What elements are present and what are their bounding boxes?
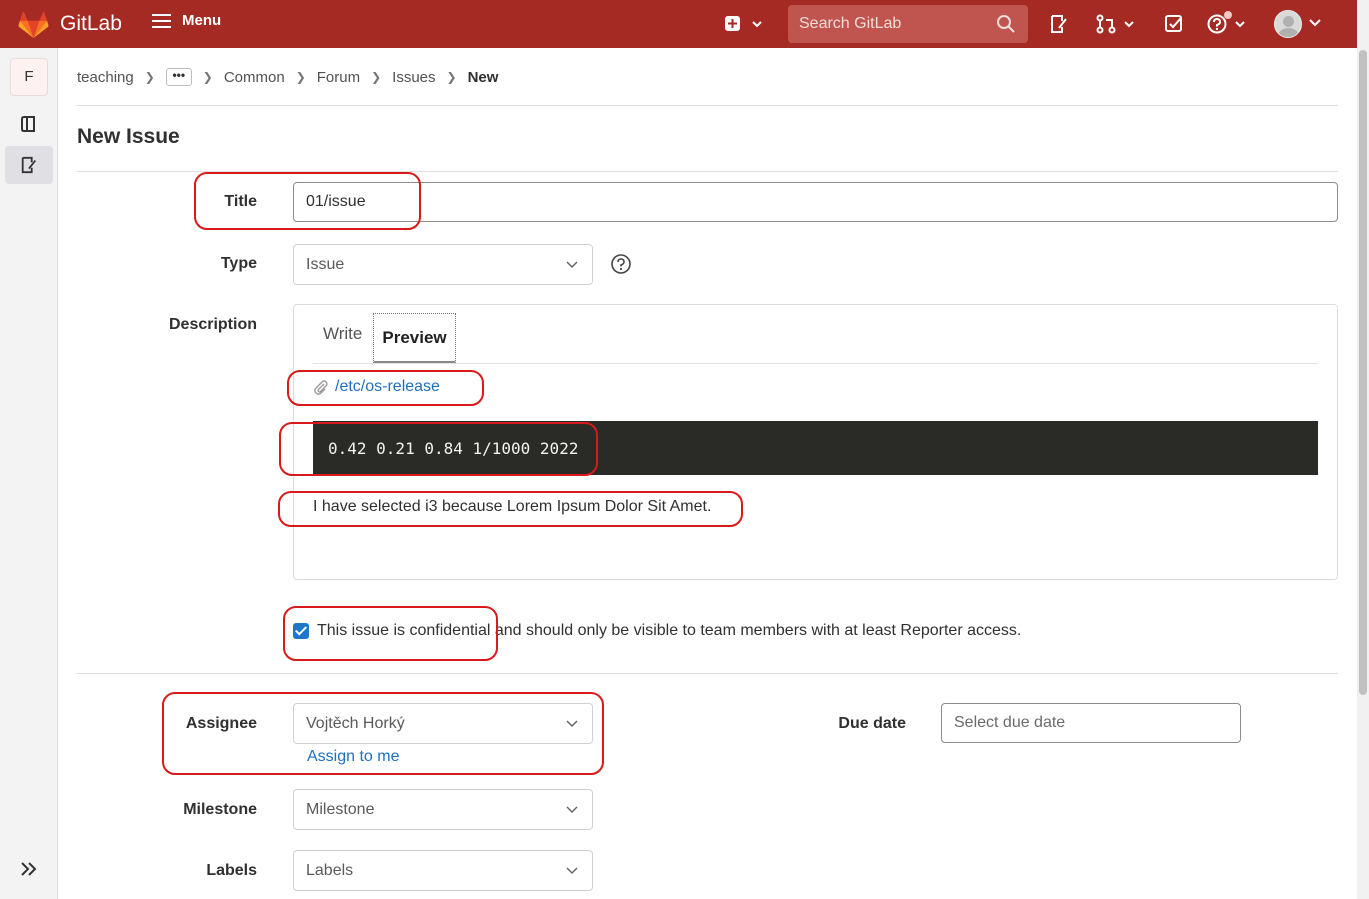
title-input-value: 01/issue — [306, 193, 366, 210]
new-dropdown-button[interactable] — [724, 15, 766, 33]
tab-preview[interactable]: Preview — [373, 313, 456, 363]
type-label: Type — [220, 255, 257, 272]
search-input[interactable]: Search GitLab — [788, 5, 1028, 43]
attachment-link[interactable]: /etc/os-release — [313, 378, 440, 396]
help-dropdown-button[interactable] — [1206, 11, 1248, 35]
preview-paragraph: I have selected i3 because Lorem Ipsum D… — [313, 498, 712, 515]
brand-name[interactable]: GitLab — [60, 12, 122, 36]
tabs-divider — [313, 363, 1318, 364]
assignee-select[interactable]: Vojtěch Horký — [293, 703, 593, 744]
chevron-right-icon: ❯ — [144, 70, 155, 84]
type-select[interactable]: Issue — [293, 244, 593, 285]
hamburger-icon — [152, 13, 171, 28]
code-block: 0.42 0.21 0.84 1/1000 2022 — [313, 421, 1318, 475]
top-navbar: GitLab Menu Search GitLab — [0, 0, 1369, 48]
labels-label: Labels — [206, 862, 257, 879]
title-input[interactable]: 01/issue — [293, 182, 1338, 222]
breadcrumb: teaching ❯ ••• ❯ Common ❯ Forum ❯ Issues… — [77, 66, 498, 88]
breadcrumb-item-issues[interactable]: Issues — [392, 69, 435, 86]
chevron-right-icon: ❯ — [202, 70, 213, 84]
project-sidebar: F — [0, 48, 58, 899]
divider — [77, 171, 1338, 172]
todos-nav-button[interactable] — [1164, 14, 1184, 34]
collapse-sidebar-button[interactable] — [5, 850, 53, 888]
book-icon — [21, 116, 35, 132]
confidential-checkbox[interactable] — [293, 623, 309, 639]
sidebar-item-issues[interactable] — [5, 146, 53, 184]
due-date-input[interactable]: Select due date — [941, 703, 1241, 743]
issues-nav-button[interactable] — [1049, 14, 1069, 34]
breadcrumb-item-forum[interactable]: Forum — [317, 69, 360, 86]
labels-select[interactable]: Labels — [293, 850, 593, 891]
attachment-link-text: /etc/os-release — [335, 378, 440, 395]
search-placeholder: Search GitLab — [799, 15, 902, 32]
search-icon — [997, 15, 1015, 33]
breadcrumb-item-teaching[interactable]: teaching — [77, 69, 134, 86]
paperclip-icon — [314, 380, 328, 395]
assign-to-me-link[interactable]: Assign to me — [307, 748, 399, 766]
confidential-label: This issue is confidential and should on… — [317, 622, 1022, 639]
assignee-select-value: Vojtěch Horký — [306, 714, 405, 732]
gitlab-logo[interactable] — [18, 10, 49, 39]
breadcrumb-more-button[interactable]: ••• — [165, 68, 192, 86]
scrollbar-thumb[interactable] — [1359, 50, 1367, 695]
page-title: New Issue — [77, 125, 180, 148]
milestone-select[interactable]: Milestone — [293, 789, 593, 830]
type-select-value: Issue — [306, 255, 345, 273]
chevron-down-icon — [566, 806, 578, 814]
confidential-checkbox-row[interactable]: This issue is confidential and should on… — [293, 622, 1021, 640]
user-menu-chevron-icon[interactable] — [1308, 18, 1322, 28]
chevron-right-icon: ❯ — [295, 70, 306, 84]
page-scrollbar[interactable] — [1357, 0, 1369, 899]
divider — [77, 105, 1338, 106]
help-icon — [1207, 11, 1245, 34]
tab-write[interactable]: Write — [323, 324, 362, 344]
chevron-down-icon — [566, 867, 578, 875]
milestone-select-value: Milestone — [306, 800, 375, 818]
chevron-down-icon — [566, 720, 578, 728]
todo-check-icon — [1165, 15, 1182, 32]
double-chevron-right-icon — [21, 862, 37, 876]
user-avatar[interactable] — [1274, 10, 1302, 38]
chevron-right-icon: ❯ — [446, 70, 457, 84]
gitlab-tanuki-icon — [18, 11, 49, 39]
due-date-label: Due date — [838, 715, 906, 732]
plus-square-icon — [725, 16, 762, 31]
chevron-right-icon: ❯ — [371, 70, 382, 84]
due-date-placeholder: Select due date — [954, 714, 1066, 731]
menu-button[interactable]: Menu — [152, 12, 221, 29]
merge-requests-nav-button[interactable] — [1096, 14, 1136, 34]
assignee-label: Assignee — [185, 715, 257, 732]
chevron-down-icon — [566, 261, 578, 269]
merge-request-icon — [1096, 14, 1134, 34]
project-avatar[interactable]: F — [10, 58, 48, 96]
breadcrumb-item-new[interactable]: New — [468, 69, 499, 86]
menu-label: Menu — [182, 12, 222, 29]
issues-icon — [21, 156, 37, 174]
type-help-button[interactable] — [610, 253, 632, 280]
divider — [77, 673, 1338, 674]
labels-select-value: Labels — [306, 861, 354, 879]
milestone-label: Milestone — [183, 801, 257, 818]
question-circle-icon — [611, 254, 631, 274]
description-label: Description — [168, 316, 257, 333]
breadcrumb-item-common[interactable]: Common — [224, 69, 285, 86]
issues-icon — [1051, 15, 1067, 33]
sidebar-item-project-info[interactable] — [5, 105, 53, 143]
title-label: Title — [224, 193, 257, 210]
